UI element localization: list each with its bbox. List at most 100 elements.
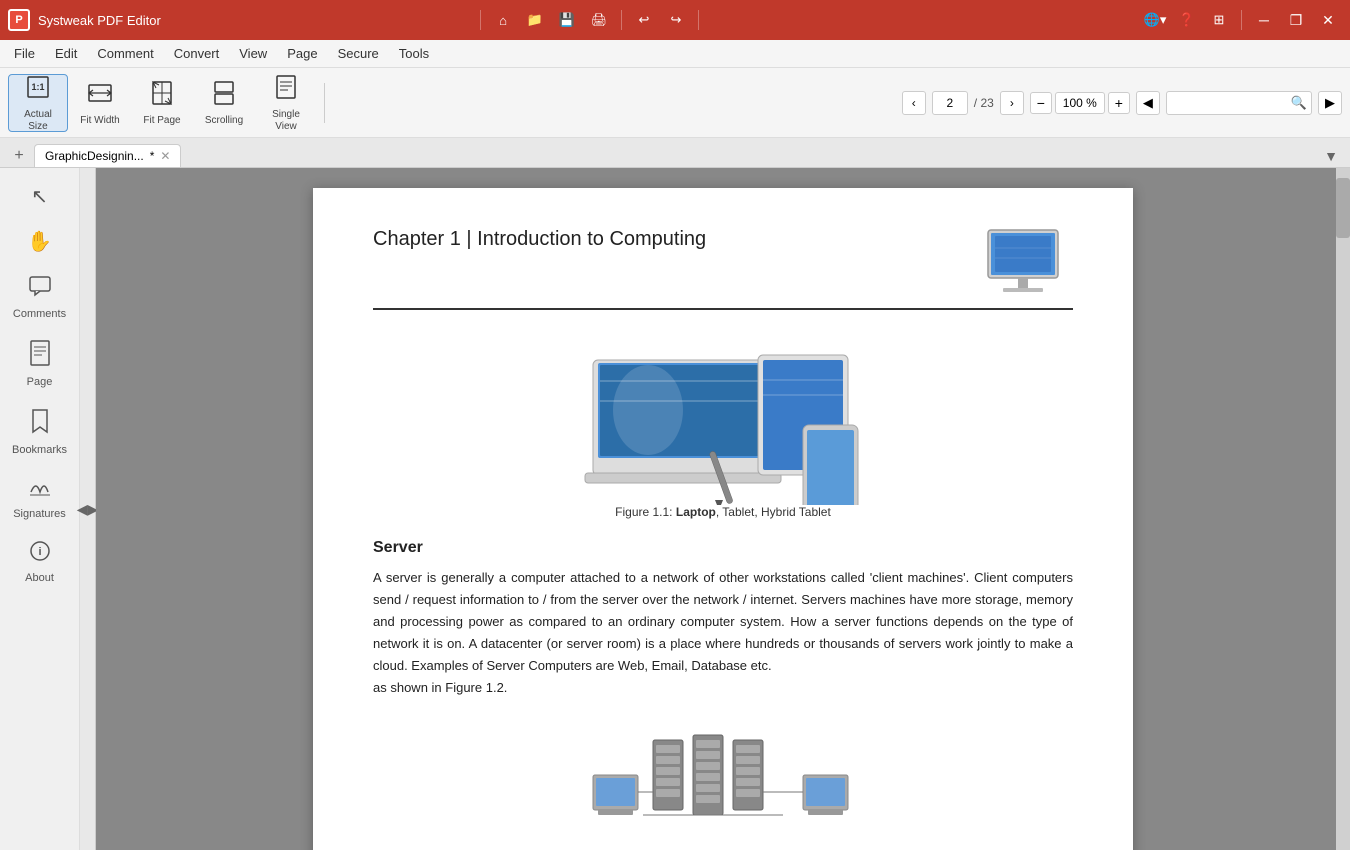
undo-icon-btn[interactable]: ↩ <box>630 6 658 34</box>
divider-4 <box>1241 10 1242 30</box>
restore-button[interactable]: ❐ <box>1282 6 1310 34</box>
comments-label: Comments <box>13 308 66 320</box>
search-input[interactable] <box>1171 96 1291 110</box>
redo-icon-btn[interactable]: ↪ <box>662 6 690 34</box>
document-area[interactable]: Chapter 1 | Introduction to Computing <box>96 168 1350 850</box>
svg-text:i: i <box>38 546 41 558</box>
fit-width-button[interactable]: Fit Width <box>70 74 130 132</box>
figure-caption: Figure 1.1: Laptop, Tablet, Hybrid Table… <box>615 505 831 519</box>
document-tab[interactable]: GraphicDesignin... * ✕ <box>34 144 181 167</box>
minimize-button[interactable]: ─ <box>1250 6 1278 34</box>
section-text: A server is generally a computer attache… <box>373 567 1073 700</box>
fit-page-icon <box>148 79 176 113</box>
prev-page-button[interactable]: ‹ <box>902 91 926 115</box>
scrolling-button[interactable]: Scrolling <box>194 74 254 132</box>
next-page-button[interactable]: › <box>1000 91 1024 115</box>
fit-page-label: Fit Page <box>143 115 180 127</box>
toolbar-separator <box>324 83 325 123</box>
bookmarks-label: Bookmarks <box>12 444 67 456</box>
title-toolbar: ⌂ 📁 💾 🖨 ↩ ↪ <box>476 6 703 34</box>
vertical-scrollbar[interactable] <box>1336 168 1350 850</box>
search-icon[interactable]: 🔍 <box>1291 95 1307 111</box>
language-icon-btn[interactable]: 🌐▾ <box>1141 6 1169 34</box>
signatures-label: Signatures <box>13 508 66 520</box>
menu-secure[interactable]: Secure <box>328 42 389 65</box>
home-icon-btn[interactable]: ⌂ <box>489 6 517 34</box>
toolbar-right: ‹ / 23 › − 100 % + ◀ 🔍 ▶ <box>902 91 1342 115</box>
menu-bar: File Edit Comment Convert View Page Secu… <box>0 40 1350 68</box>
tab-arrow-button[interactable]: ▼ <box>1320 145 1342 167</box>
toolbar: 1:1 Actual Size Fit Width <box>0 68 1350 138</box>
svg-text:1:1: 1:1 <box>31 82 44 92</box>
actual-size-button[interactable]: 1:1 Actual Size <box>8 74 68 132</box>
chapter-header: Chapter 1 | Introduction to Computing <box>373 228 1073 310</box>
bookmarks-icon <box>29 408 51 440</box>
figure-caption-bold: Laptop <box>676 505 716 519</box>
print-icon-btn[interactable]: 🖨 <box>585 6 613 34</box>
layout-icon-btn[interactable]: ⊞ <box>1205 6 1233 34</box>
page-number-input[interactable] <box>932 91 968 115</box>
devices-figure: Figure 1.1: Laptop, Tablet, Hybrid Table… <box>373 330 1073 519</box>
menu-tools[interactable]: Tools <box>389 42 439 65</box>
single-view-button[interactable]: Single View <box>256 74 316 132</box>
divider-1 <box>480 10 481 30</box>
sidebar-item-select[interactable]: ↖ <box>5 176 75 217</box>
hand-icon: ✋ <box>27 229 52 254</box>
actual-size-icon: 1:1 <box>24 73 52 107</box>
app-title: Systweak PDF Editor <box>38 13 476 28</box>
tab-close-button[interactable]: ✕ <box>160 149 170 163</box>
fit-page-button[interactable]: Fit Page <box>132 74 192 132</box>
actual-size-label: Actual Size <box>13 109 63 133</box>
close-button[interactable]: ✕ <box>1314 6 1342 34</box>
sidebar-item-signatures[interactable]: Signatures <box>5 468 75 528</box>
scrolling-label: Scrolling <box>205 115 243 127</box>
help-icon-btn[interactable]: ❓ <box>1173 6 1201 34</box>
tab-modified-indicator: * <box>150 149 155 163</box>
about-label: About <box>25 572 54 584</box>
devices-illustration <box>563 330 883 505</box>
section-title: Server <box>373 539 1073 557</box>
zoom-control: − 100 % + <box>1030 92 1130 114</box>
signatures-icon <box>28 476 52 504</box>
sidebar-collapse-button[interactable]: ◀▶ <box>80 168 96 850</box>
app-logo: P <box>8 9 30 31</box>
menu-comment[interactable]: Comment <box>87 42 163 65</box>
chapter-title: Chapter 1 | Introduction to Computing <box>373 228 706 251</box>
main-area: ↖ ✋ Comments Page Bookmarks <box>0 168 1350 850</box>
sidebar-item-about[interactable]: i About <box>5 532 75 592</box>
menu-file[interactable]: File <box>4 42 45 65</box>
sidebar-item-hand[interactable]: ✋ <box>5 221 75 262</box>
window-controls: 🌐▾ ❓ ⊞ ─ ❐ ✕ <box>1141 6 1342 34</box>
scrollbar-thumb[interactable] <box>1336 178 1350 238</box>
fit-width-label: Fit Width <box>80 115 119 127</box>
page-total: / 23 <box>974 96 994 110</box>
server-figure <box>373 720 1073 840</box>
divider-2 <box>621 10 622 30</box>
save-icon-btn[interactable]: 💾 <box>553 6 581 34</box>
nav-next-button[interactable]: ▶ <box>1318 91 1342 115</box>
folder-icon-btn[interactable]: 📁 <box>521 6 549 34</box>
tab-bar: + GraphicDesignin... * ✕ ▼ <box>0 138 1350 168</box>
scrolling-icon <box>210 79 238 113</box>
nav-prev-button[interactable]: ◀ <box>1136 91 1160 115</box>
menu-view[interactable]: View <box>229 42 277 65</box>
single-view-icon <box>272 73 300 107</box>
tab-label: GraphicDesignin... <box>45 149 144 163</box>
menu-convert[interactable]: Convert <box>164 42 230 65</box>
left-sidebar: ↖ ✋ Comments Page Bookmarks <box>0 168 80 850</box>
pdf-page: Chapter 1 | Introduction to Computing <box>313 188 1133 850</box>
about-icon: i <box>29 540 51 568</box>
sidebar-item-page[interactable]: Page <box>5 332 75 396</box>
sidebar-item-bookmarks[interactable]: Bookmarks <box>5 400 75 464</box>
title-bar: P Systweak PDF Editor ⌂ 📁 💾 🖨 ↩ ↪ 🌐▾ ❓ ⊞… <box>0 0 1350 40</box>
server-illustration <box>563 720 883 840</box>
menu-edit[interactable]: Edit <box>45 42 87 65</box>
menu-page[interactable]: Page <box>277 42 327 65</box>
zoom-in-button[interactable]: + <box>1108 92 1130 114</box>
single-view-label: Single View <box>261 109 311 133</box>
monitor-icon <box>983 228 1073 298</box>
zoom-out-button[interactable]: − <box>1030 92 1052 114</box>
select-icon: ↖ <box>31 184 48 209</box>
sidebar-item-comments[interactable]: Comments <box>5 266 75 328</box>
add-tab-button[interactable]: + <box>8 145 30 167</box>
